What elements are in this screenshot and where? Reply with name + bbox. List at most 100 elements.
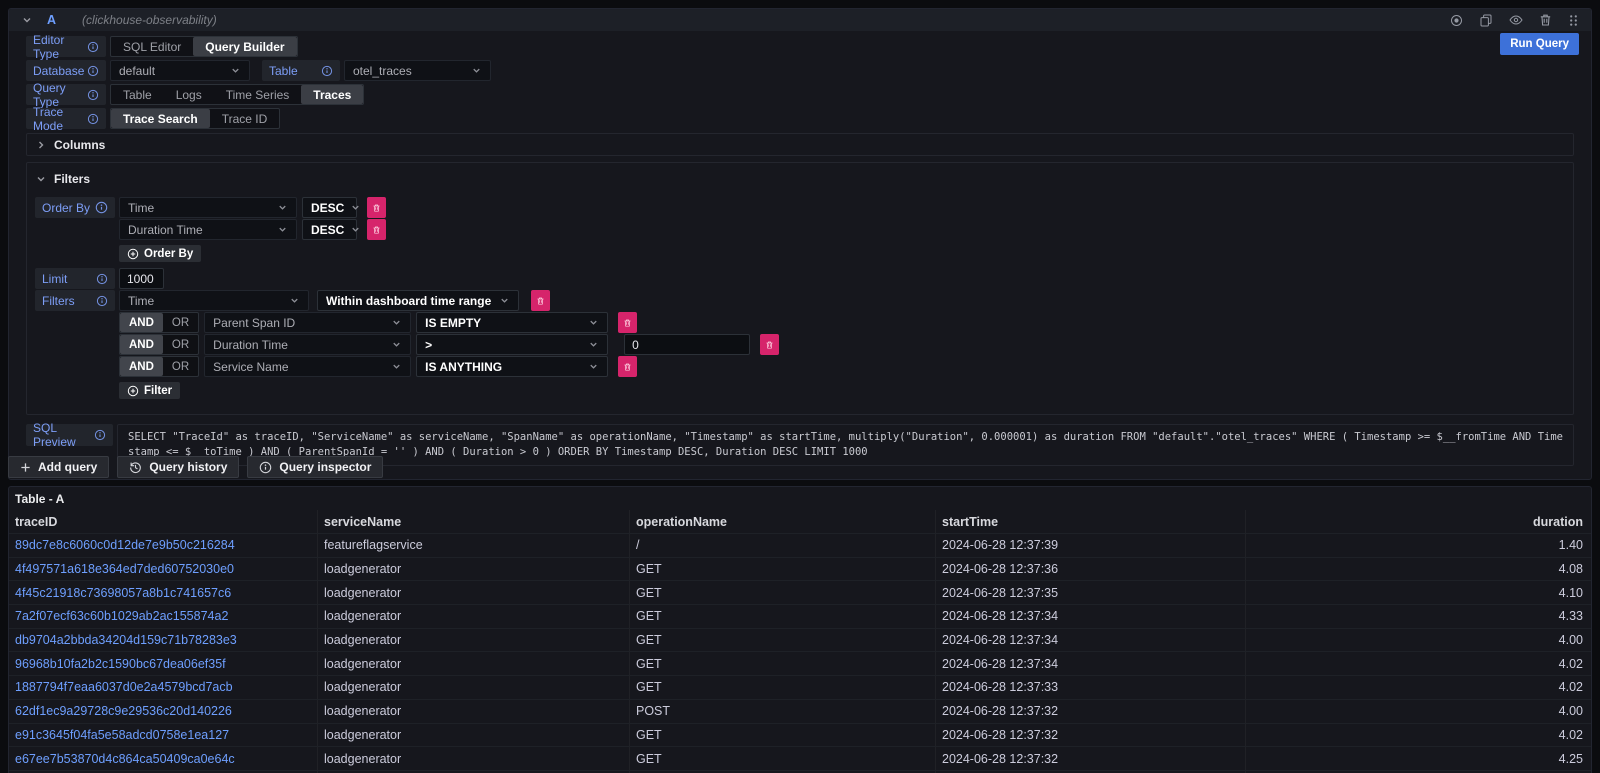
order-by-direction-select-value: DESC <box>311 201 344 215</box>
filter-logic-option-or[interactable]: OR <box>163 357 198 376</box>
trace-id-link[interactable]: 4f497571a618e364ed7ded60752030e0 <box>9 558 318 581</box>
trace-id-link[interactable]: 62df1ec9a29728c9e29536c20d140226 <box>9 700 318 723</box>
order-by-field-select[interactable]: Time <box>119 197 297 218</box>
filter-logic-toggle: ANDOR <box>119 312 199 333</box>
column-header-operationName[interactable]: operationName <box>630 510 936 533</box>
remove-filter-button[interactable] <box>760 334 779 355</box>
filter-operator-select[interactable]: IS ANYTHING <box>416 356 608 377</box>
info-icon <box>87 65 99 77</box>
trace-id-link[interactable]: e91c3645f04fa5e58adcd0758e1ea127 <box>9 724 318 747</box>
filter-logic-option-and[interactable]: AND <box>120 357 163 376</box>
remove-filter-button[interactable] <box>618 356 637 377</box>
column-header-duration[interactable]: duration <box>1246 510 1591 533</box>
filter-operator-select[interactable]: > <box>416 334 608 355</box>
remove-filter-button[interactable] <box>618 312 637 333</box>
filter-value-input[interactable] <box>624 334 750 355</box>
order-by-field-select[interactable]: Duration Time <box>119 219 297 240</box>
trace-mode-option-trace-id[interactable]: Trace ID <box>210 109 280 128</box>
filter-field-select-value: Parent Span ID <box>213 316 295 330</box>
chevron-down-icon <box>588 317 599 328</box>
footer-query-inspector-button[interactable]: Query inspector <box>247 456 383 478</box>
table-cell: 2024-06-28 12:37:32 <box>936 700 1246 723</box>
table-select[interactable]: otel_traces <box>344 60 491 81</box>
database-select[interactable]: default <box>110 60 250 81</box>
trace-id-link[interactable]: 96968b10fa2b2c1590bc67dea06ef35f <box>9 652 318 675</box>
filter-field-select[interactable]: Time <box>119 290 309 311</box>
filter-logic-option-or[interactable]: OR <box>163 313 198 332</box>
query-editor-panel: A (clickhouse-observability) Run Query E… <box>8 8 1592 480</box>
duplicate-query-icon[interactable] <box>1480 14 1492 27</box>
table-row: db9704a2bbda34204d159c71b78283e3loadgene… <box>9 628 1591 652</box>
table-cell: GET <box>630 747 936 770</box>
filters-section: Filters Order ByTimeDESCDuration TimeDES… <box>26 162 1574 415</box>
trace-id-link[interactable]: 89dc7e8c6060c0d12de7e9b50c216284 <box>9 534 318 557</box>
table-cell: 1.40 <box>1246 534 1591 557</box>
table-cell: 2024-06-28 12:37:39 <box>936 534 1246 557</box>
trace-mode-option-trace-search[interactable]: Trace Search <box>111 109 210 128</box>
add-order-by-button[interactable]: Order By <box>119 245 201 262</box>
table-row: 89dc7e8c6060c0d12de7e9b50c216284featuref… <box>9 533 1591 557</box>
table-panel-title[interactable]: Table - A <box>9 487 1591 510</box>
column-header-serviceName[interactable]: serviceName <box>318 510 630 533</box>
database-select-value: default <box>119 64 155 78</box>
remove-filter-button[interactable] <box>531 290 550 311</box>
table-cell: GET <box>630 605 936 628</box>
trace-id-link[interactable]: 4f45c21918c73698057a8b1c741657c6 <box>9 581 318 604</box>
filter-field-select[interactable]: Duration Time <box>204 334 411 355</box>
order-by-direction-select[interactable]: DESC <box>302 219 357 240</box>
record-icon[interactable] <box>1450 14 1463 27</box>
remove-query-icon[interactable] <box>1540 14 1551 27</box>
trace-id-link[interactable]: db9704a2bbda34204d159c71b78283e3 <box>9 629 318 652</box>
filter-field-select[interactable]: Parent Span ID <box>204 312 411 333</box>
trace-id-link[interactable]: 7a2f07ecf63c60b1029ab2ac155874a2 <box>9 605 318 628</box>
table-row: 4f45c21918c73698057a8b1c741657c6loadgene… <box>9 580 1591 604</box>
hide-response-icon[interactable] <box>1509 14 1523 27</box>
query-type-option-table[interactable]: Table <box>111 85 164 104</box>
info-icon <box>87 41 99 53</box>
drag-handle-icon[interactable] <box>1568 14 1579 27</box>
chevron-down-icon <box>471 65 482 76</box>
footer-add-query-button[interactable]: Add query <box>8 456 109 478</box>
filter-operator-value: Within dashboard time range <box>326 294 491 308</box>
trace-id-link[interactable]: 1887794f7eaa6037d0e2a4579bcd7acb <box>9 676 318 699</box>
editor-type-option-sql-editor[interactable]: SQL Editor <box>111 37 193 56</box>
table-cell: GET <box>630 558 936 581</box>
filter-logic-option-or[interactable]: OR <box>163 335 198 354</box>
query-row-header[interactable]: A (clickhouse-observability) <box>9 9 1591 31</box>
footer-button-label: Query inspector <box>279 460 371 474</box>
query-type-option-traces[interactable]: Traces <box>301 85 363 104</box>
add-filter-button[interactable]: Filter <box>119 382 180 399</box>
limit-input[interactable] <box>119 268 164 289</box>
table-cell: GET <box>630 676 936 699</box>
trace-id-link[interactable]: e67ee7b53870d4c864ca50409ca0e64c <box>9 747 318 770</box>
order-by-direction-select[interactable]: DESC <box>302 197 357 218</box>
table-cell: loadgenerator <box>318 581 630 604</box>
filter-logic-option-and[interactable]: AND <box>120 335 163 354</box>
footer-button-label: Query history <box>149 460 227 474</box>
filter-operator-select[interactable]: IS EMPTY <box>416 312 608 333</box>
limit-label: Limit <box>35 268 115 289</box>
column-header-traceID[interactable]: traceID <box>9 510 318 533</box>
filter-label-spacer <box>35 334 115 355</box>
footer-query-history-button[interactable]: Query history <box>117 456 239 478</box>
order-by-field-select-value: Time <box>128 201 154 215</box>
filter-operator-select[interactable]: Within dashboard time range <box>317 290 519 311</box>
table-row: 7a2f07ecf63c60b1029ab2ac155874a2loadgene… <box>9 604 1591 628</box>
editor-type-label-text: Editor Type <box>33 33 87 61</box>
table-cell: 4.02 <box>1246 676 1591 699</box>
filters-section-header[interactable]: Filters <box>35 170 1565 188</box>
table-cell: loadgenerator <box>318 747 630 770</box>
editor-type-option-query-builder[interactable]: Query Builder <box>193 37 296 56</box>
remove-order-by-button[interactable] <box>367 197 386 218</box>
filter-logic-option-and[interactable]: AND <box>120 313 163 332</box>
run-query-button[interactable]: Run Query <box>1500 33 1579 55</box>
filters-label-text: Filters <box>42 294 75 308</box>
columns-section-header[interactable]: Columns <box>26 133 1574 156</box>
filter-field-select[interactable]: Service Name <box>204 356 411 377</box>
remove-order-by-button[interactable] <box>367 219 386 240</box>
collapse-chevron-icon[interactable] <box>21 14 33 26</box>
column-header-startTime[interactable]: startTime <box>936 510 1246 533</box>
query-type-option-logs[interactable]: Logs <box>164 85 214 104</box>
filter-field-select-value: Duration Time <box>213 338 288 352</box>
query-type-option-time-series[interactable]: Time Series <box>214 85 302 104</box>
